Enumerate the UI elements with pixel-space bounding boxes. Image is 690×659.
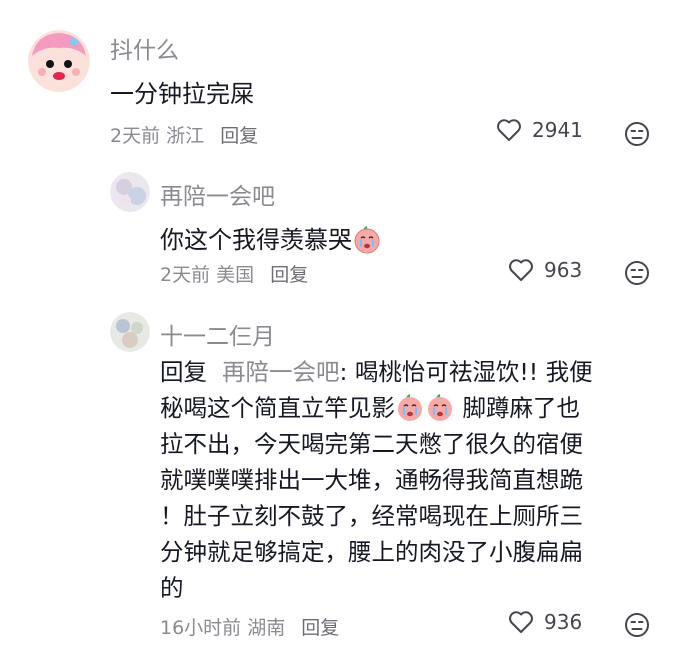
comment-meta: 16小时前 湖南 回复 xyxy=(160,613,339,640)
comment-text-body: 你这个我得羡慕哭 xyxy=(160,226,352,254)
comment-line-text: 秘喝这个简直立竿见影 xyxy=(160,394,395,422)
avatar[interactable] xyxy=(28,30,90,92)
comment-line: ！肚子立刻不鼓了，经常喝现在上厕所三 xyxy=(160,502,583,530)
comment-meta: 2天前 美国 回复 xyxy=(160,260,308,287)
username[interactable]: 抖什么 xyxy=(110,31,179,65)
heart-outline-icon xyxy=(497,119,521,141)
comment-line-text: 脚蹲麻了也 xyxy=(462,394,580,422)
comment-line: 分钟就足够搞定，腰上的肉没了小腹扁扁 xyxy=(160,538,583,566)
comment-time: 2天前 xyxy=(160,264,211,286)
comment-location: 浙江 xyxy=(166,125,205,147)
comment-text: 回复 再陪一会吧: 喝桃怡可祛湿饮!! 我便 秘喝这个简直立竿见影 脚蹲麻了也 … xyxy=(160,354,660,606)
comment-line: 回复 再陪一会吧: 喝桃怡可祛湿饮!! 我便 xyxy=(160,354,660,390)
reply-button[interactable]: 回复 xyxy=(270,264,308,286)
like-button[interactable]: 2941 xyxy=(496,118,583,142)
comment-line: 就噗噗噗排出一大堆，通畅得我简直想跪 xyxy=(160,466,583,494)
unamused-face-icon xyxy=(625,261,649,285)
reply-button[interactable]: 回复 xyxy=(301,617,339,639)
comment-text: 你这个我得羡慕哭 xyxy=(160,220,382,255)
crying-peach-emoji xyxy=(398,394,422,421)
like-count: 2941 xyxy=(532,118,583,142)
like-button[interactable]: 936 xyxy=(508,610,582,634)
dislike-button[interactable] xyxy=(624,260,650,286)
dislike-button[interactable] xyxy=(624,121,650,147)
reply-button[interactable]: 回复 xyxy=(220,125,258,147)
like-button[interactable]: 963 xyxy=(508,258,582,282)
username[interactable]: 再陪一会吧 xyxy=(160,177,275,211)
unamused-face-icon xyxy=(625,613,649,637)
avatar[interactable] xyxy=(110,312,150,352)
comment-line: 秘喝这个简直立竿见影 脚蹲麻了也 xyxy=(160,390,660,426)
unamused-face-icon xyxy=(625,122,649,146)
comment-line: 的 xyxy=(160,574,184,602)
like-count: 936 xyxy=(544,610,583,634)
comment-line-text: : 喝桃怡可祛湿饮!! 我便 xyxy=(339,358,593,386)
comment-text: 一分钟拉完屎 xyxy=(110,80,254,108)
comment-meta: 2天前 浙江 回复 xyxy=(110,121,258,148)
username[interactable]: 十一二仨月 xyxy=(160,317,275,351)
comment-location: 湖南 xyxy=(247,617,286,639)
crying-peach-emoji xyxy=(354,226,380,254)
mention-link[interactable]: 再陪一会吧 xyxy=(222,358,340,386)
crying-peach-emoji xyxy=(428,394,452,421)
heart-outline-icon xyxy=(509,611,533,633)
comment-line: 拉不出，今天喝完第二天憋了很久的宿便 xyxy=(160,430,583,458)
comment-time: 2天前 xyxy=(110,125,161,147)
comment-location: 美国 xyxy=(216,264,255,286)
heart-outline-icon xyxy=(509,259,533,281)
reply-prefix: 回复 xyxy=(160,358,207,386)
avatar[interactable] xyxy=(110,172,150,212)
dislike-button[interactable] xyxy=(624,612,650,638)
like-count: 963 xyxy=(544,258,583,282)
comment-time: 16小时前 xyxy=(160,617,242,639)
